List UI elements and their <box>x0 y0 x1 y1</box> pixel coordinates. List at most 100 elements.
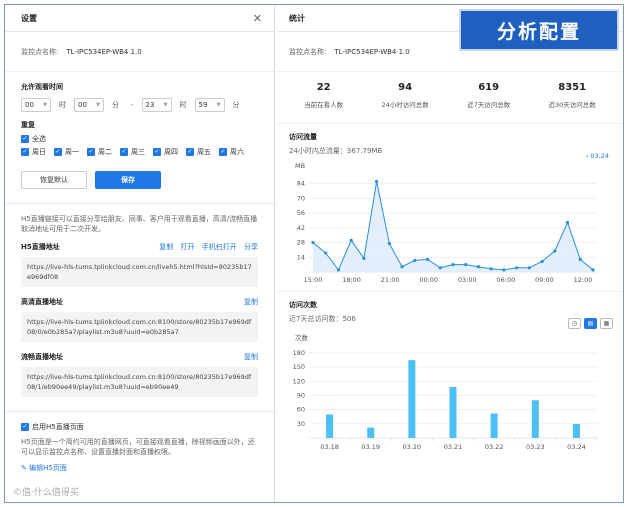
day-checkbox[interactable]: ✓ 周五 <box>186 147 211 157</box>
hd-url-box: https://live-hls-tums.tplinkcloud.com.cn… <box>21 312 258 342</box>
data-point <box>578 257 582 261</box>
stats-summary: 22 当前在看人数 94 24小时访问总数 619 近7天访问总数 8351 近30天访问总数 <box>277 72 623 124</box>
data-point <box>451 263 455 267</box>
data-point <box>476 265 481 269</box>
end-minute-select[interactable]: 59 ▼ <box>194 98 225 112</box>
time-range: 00 ▼ 时 00 ▼ 分 - 23 ▼ 时 59 ▼ 分 <box>21 98 258 112</box>
end-hour-select[interactable]: 23 ▼ <box>141 98 172 112</box>
check-icon: ✓ <box>87 148 95 156</box>
clock-icon[interactable]: ◷ <box>568 318 581 329</box>
time-section-title: 允许观看时间 <box>21 83 63 91</box>
select-all-checkbox[interactable]: ✓ 全选 <box>21 134 46 144</box>
visits-total: 近7天总访问数：506 <box>289 315 356 323</box>
y-tick-label: 84 <box>297 180 305 188</box>
y-tick-label: 42 <box>297 224 305 232</box>
x-tick-label: 03.22 <box>485 443 504 451</box>
day-checkbox[interactable]: ✓ 周六 <box>219 147 244 157</box>
data-point <box>515 266 519 270</box>
share-section: H5直播链接可以直接分享给朋友、同事、客户用于观看直播，高清/流畅直播取消地址可… <box>5 204 274 397</box>
stat-value: 22 <box>316 82 331 93</box>
device-name-row: 监控点名称: TL-IPC534EP-WB4 1.0 <box>5 32 274 72</box>
data-point <box>375 179 379 184</box>
check-icon: ✓ <box>21 148 29 156</box>
stat-card: 619 近7天访问总数 <box>467 82 510 123</box>
data-point <box>565 220 570 225</box>
data-point <box>349 238 353 243</box>
data-point <box>553 249 557 253</box>
check-icon: ✓ <box>186 148 194 156</box>
start-hour-select[interactable]: 00 ▼ <box>21 98 51 112</box>
x-tick-label: 15:00 <box>304 276 323 284</box>
h5-actions: 复制 打开 手机扫打开 分享 <box>154 242 258 252</box>
h5-mobile-link[interactable]: 手机扫打开 <box>202 243 237 251</box>
y-tick-label: 30 <box>297 420 305 428</box>
x-tick-label: 03.23 <box>526 443 545 451</box>
area-fill <box>313 181 593 272</box>
visits-bar-chart: 次数 30 60 90 120 150 180 03.18 03.19 03.20 03.21 03.… <box>293 333 598 451</box>
y-tick-label: 150 <box>293 363 305 371</box>
view-toggle: ◷ ▤ ▦ <box>568 318 613 329</box>
traffic-area-chart: MB 14 28 42 56 70 84 15:00 18:00 21:00 00:00 03:00 0… <box>295 162 597 284</box>
traffic-total: 24小时内总流量：367.79MB <box>289 147 383 155</box>
day-checkbox[interactable]: ✓ 周一 <box>54 147 79 157</box>
h5-copy-link[interactable]: 复制 <box>159 243 173 251</box>
device-label: 监控点名称: <box>21 47 59 56</box>
sd-url-box: https://live-hls-tums.tplinkcloud.com.cn… <box>21 367 258 397</box>
statistics-title: 统计 <box>289 13 305 23</box>
calendar-month-icon[interactable]: ▦ <box>600 318 613 329</box>
select-all-row: ✓ 全选 <box>21 134 258 144</box>
hd-copy-link[interactable]: 复制 <box>244 297 258 307</box>
y-tick-label: 120 <box>293 377 305 385</box>
screenshot-frame: 设置 ✕ 监控点名称: TL-IPC534EP-WB4 1.0 允许观看时间 0… <box>4 4 624 503</box>
close-icon[interactable]: ✕ <box>253 12 262 25</box>
day-checkbox[interactable]: ✓ 周三 <box>120 147 145 157</box>
x-tick-label: 06:00 <box>496 276 515 284</box>
stat-label: 24小时访问总数 <box>381 101 429 109</box>
x-tick-label: 03.21 <box>444 443 463 451</box>
stat-value: 619 <box>478 82 500 93</box>
start-minute-select[interactable]: 00 ▼ <box>74 98 104 112</box>
bar <box>326 414 334 438</box>
watermark: ©值·什么值得买 <box>13 488 79 498</box>
days-row: ✓ 周日 ✓ 周一 ✓ 周二 ✓ 周三 ✓ 周四 ✓ 周五 ✓ 周六 <box>21 147 258 157</box>
data-point <box>336 268 341 272</box>
calendar-week-icon[interactable]: ▤ <box>584 318 597 329</box>
stat-label: 当前在看人数 <box>304 101 344 109</box>
stat-value: 94 <box>398 82 413 93</box>
time-section: 允许观看时间 00 ▼ 时 00 ▼ 分 - 23 ▼ 时 59 ▼ 分 重复 ✓ 全选 … <box>5 72 274 189</box>
data-point <box>425 257 430 261</box>
y-axis-label: 次数 <box>295 333 309 342</box>
traffic-section: 访问流量 24小时内总流量：367.79MB ‹ 03.24 MB 14 28 42 5… <box>277 124 623 292</box>
data-point <box>400 265 404 269</box>
bar <box>449 387 457 438</box>
y-tick-label: 180 <box>293 349 305 357</box>
day-checkbox[interactable]: ✓ 周四 <box>153 147 178 157</box>
stat-card: 94 24小时访问总数 <box>381 82 428 123</box>
edit-h5-row: ✎ 编辑H5页面 <box>21 463 258 473</box>
check-icon: ✓ <box>153 148 161 156</box>
day-checkbox[interactable]: ✓ 周二 <box>87 147 112 157</box>
y-tick-label: 70 <box>297 194 305 202</box>
chevron-left-icon[interactable]: ‹ <box>586 152 589 160</box>
h5-open-link[interactable]: 打开 <box>181 243 195 251</box>
edit-h5-link[interactable]: 编辑H5页面 <box>29 464 67 472</box>
chevron-down-icon: ▼ <box>216 102 221 108</box>
x-tick-label: 21:00 <box>381 276 400 284</box>
bar <box>531 400 539 438</box>
bar <box>367 427 375 438</box>
enable-h5-checkbox[interactable]: ✓ 启用H5直播页面 <box>21 422 84 432</box>
h5-share-link[interactable]: 分享 <box>244 243 258 251</box>
check-icon: ✓ <box>54 148 62 156</box>
settings-panel: 设置 ✕ 监控点名称: TL-IPC534EP-WB4 1.0 允许观看时间 0… <box>5 5 275 502</box>
sd-copy-link[interactable]: 复制 <box>244 352 258 362</box>
data-point <box>540 259 544 264</box>
x-tick-label: 03.24 <box>567 443 586 451</box>
date-navigator: ‹ 03.24 <box>586 152 609 160</box>
date-value[interactable]: 03.24 <box>590 152 609 160</box>
save-button[interactable]: 保存 <box>95 171 161 189</box>
day-checkbox[interactable]: ✓ 周日 <box>21 147 46 157</box>
data-point <box>527 266 531 270</box>
y-tick-label: 14 <box>297 253 305 261</box>
reset-button[interactable]: 恢复默认 <box>21 171 87 189</box>
hd-address-header: 高清直播地址 复制 <box>21 297 258 307</box>
